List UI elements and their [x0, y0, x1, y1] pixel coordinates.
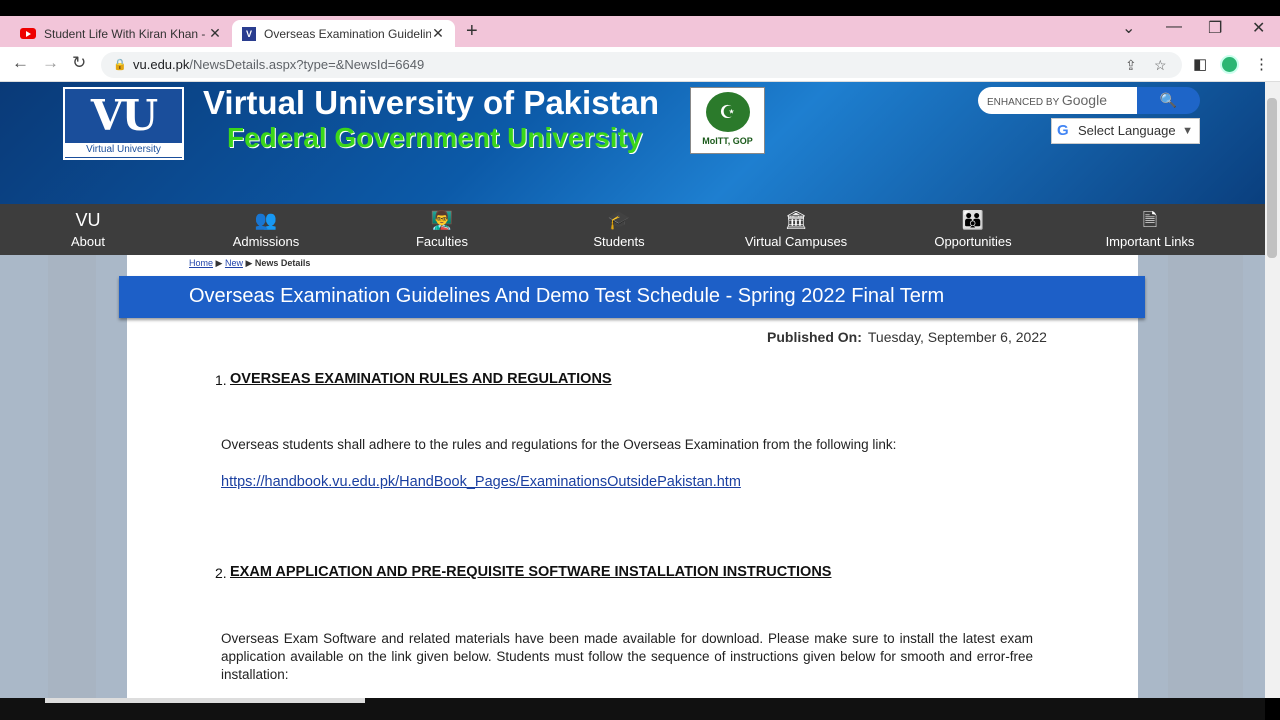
- university-tagline: Federal Government University: [227, 122, 643, 153]
- url-host: vu.edu.pk: [133, 57, 190, 72]
- webpage: VU Virtual University Virtual University…: [0, 82, 1265, 698]
- section-text: Overseas students shall adhere to the ru…: [221, 437, 897, 452]
- share-icon[interactable]: ⇪: [1125, 52, 1137, 78]
- close-icon[interactable]: ✕: [431, 25, 445, 42]
- vu-icon: VU: [75, 210, 101, 230]
- menu-dots-icon[interactable]: ⋮: [1254, 55, 1269, 73]
- student-icon: 🎓: [607, 210, 631, 230]
- site-banner: VU Virtual University Virtual University…: [0, 82, 1265, 204]
- ministry-logo: ☪ MoITT, GOP: [690, 87, 765, 154]
- search-icon: 🔍: [1159, 92, 1178, 108]
- users-icon: 👥: [254, 210, 278, 230]
- breadcrumb: Home ▶ New ▶ News Details: [189, 258, 311, 268]
- tab-title: Student Life With Kiran Khan - Yo: [44, 26, 208, 41]
- url-field[interactable]: 🔒 vu.edu.pk/NewsDetails.aspx?type=&NewsI…: [101, 52, 1182, 78]
- nav-opportunities[interactable]: 👪 Opportunities: [928, 204, 1018, 255]
- section-heading: EXAM APPLICATION AND PRE-REQUISITE SOFTW…: [230, 564, 832, 580]
- side-panel-icon[interactable]: ◧: [1193, 55, 1207, 73]
- main-nav: VU About 👥 Admissions 👨‍🏫 Faculties 🎓 Studen…: [0, 204, 1265, 255]
- youtube-icon: [20, 28, 36, 39]
- google-g-icon: G: [1057, 122, 1069, 139]
- horizontal-scrollbar-thumb[interactable]: [45, 698, 365, 703]
- tab-title: Overseas Examination Guidelines: [264, 26, 431, 41]
- nav-admissions[interactable]: 👥 Admissions: [225, 204, 307, 255]
- section-number: 2.: [215, 565, 227, 581]
- select-language-dropdown[interactable]: G Select Language ▼: [1051, 118, 1200, 144]
- restore-icon[interactable]: ❐: [1208, 18, 1222, 38]
- tab-search-icon[interactable]: ⌄: [1122, 18, 1135, 38]
- window-close-icon[interactable]: ✕: [1252, 18, 1265, 38]
- minimize-icon[interactable]: —: [1166, 18, 1182, 36]
- address-bar-row: ← → ↻ 🔒 vu.edu.pk/NewsDetails.aspx?type=…: [0, 47, 1280, 82]
- vu-favicon-icon: V: [242, 26, 256, 41]
- scrollbar-thumb[interactable]: [1267, 98, 1277, 258]
- university-name: Virtual University of Pakistan: [203, 84, 660, 121]
- new-tab-button[interactable]: +: [466, 20, 478, 43]
- nav-students[interactable]: 🎓 Students: [584, 204, 654, 255]
- lock-icon[interactable]: 🔒: [113, 52, 127, 78]
- search-button[interactable]: 🔍: [1137, 87, 1200, 114]
- reload-icon[interactable]: ↻: [72, 53, 86, 73]
- bookmark-star-icon[interactable]: ☆: [1154, 52, 1167, 78]
- group-icon: 👪: [961, 210, 985, 230]
- tab-strip: Student Life With Kiran Khan - Yo ✕ V Ov…: [0, 16, 1280, 47]
- breadcrumb-current: News Details: [254, 258, 311, 268]
- pakistan-emblem-icon: ☪: [705, 92, 750, 132]
- right-margin-column: [1168, 255, 1243, 698]
- campus-building-icon: 🏛: [784, 210, 808, 230]
- breadcrumb-news[interactable]: New: [225, 258, 243, 268]
- profile-avatar[interactable]: [1220, 55, 1239, 74]
- news-content: Home ▶ New ▶ News Details Published On: T…: [127, 255, 1138, 698]
- section-heading: OVERSEAS EXAMINATION RULES AND REGULATIO…: [230, 371, 612, 387]
- vu-logo[interactable]: VU Virtual University: [63, 87, 184, 160]
- screen-top-edge: [0, 0, 1280, 16]
- section-text: Overseas Exam Software and related mater…: [221, 631, 1033, 682]
- close-icon[interactable]: ✕: [208, 25, 222, 42]
- forward-icon[interactable]: →: [42, 53, 59, 73]
- nav-faculties[interactable]: 👨‍🏫 Faculties: [405, 204, 479, 255]
- dropdown-arrow-icon: ▼: [1182, 125, 1193, 137]
- google-search-input[interactable]: ENHANCED BY Google: [978, 87, 1137, 114]
- left-margin-column: [48, 255, 96, 698]
- tab-overseas-guidelines[interactable]: V Overseas Examination Guidelines ✕: [232, 20, 455, 47]
- section-number: 1.: [215, 372, 227, 388]
- published-date: Published On: Tuesday, September 6, 2022: [767, 329, 1047, 345]
- breadcrumb-home[interactable]: Home: [189, 258, 213, 268]
- nav-about[interactable]: VU About: [60, 204, 116, 255]
- nav-important-links[interactable]: 🗎 Important Links: [1098, 204, 1202, 255]
- url-path: /NewsDetails.aspx?type=&NewsId=6649: [189, 57, 425, 72]
- documents-icon: 🗎: [1142, 210, 1158, 230]
- tab-youtube[interactable]: Student Life With Kiran Khan - Yo ✕: [10, 20, 232, 47]
- page-title: Overseas Examination Guidelines And Demo…: [119, 276, 1145, 318]
- handbook-link[interactable]: https://handbook.vu.edu.pk/HandBook_Page…: [221, 474, 741, 490]
- teacher-icon: 👨‍🏫: [430, 210, 454, 230]
- back-icon[interactable]: ←: [12, 53, 29, 73]
- nav-virtual-campuses[interactable]: 🏛 Virtual Campuses: [740, 204, 852, 255]
